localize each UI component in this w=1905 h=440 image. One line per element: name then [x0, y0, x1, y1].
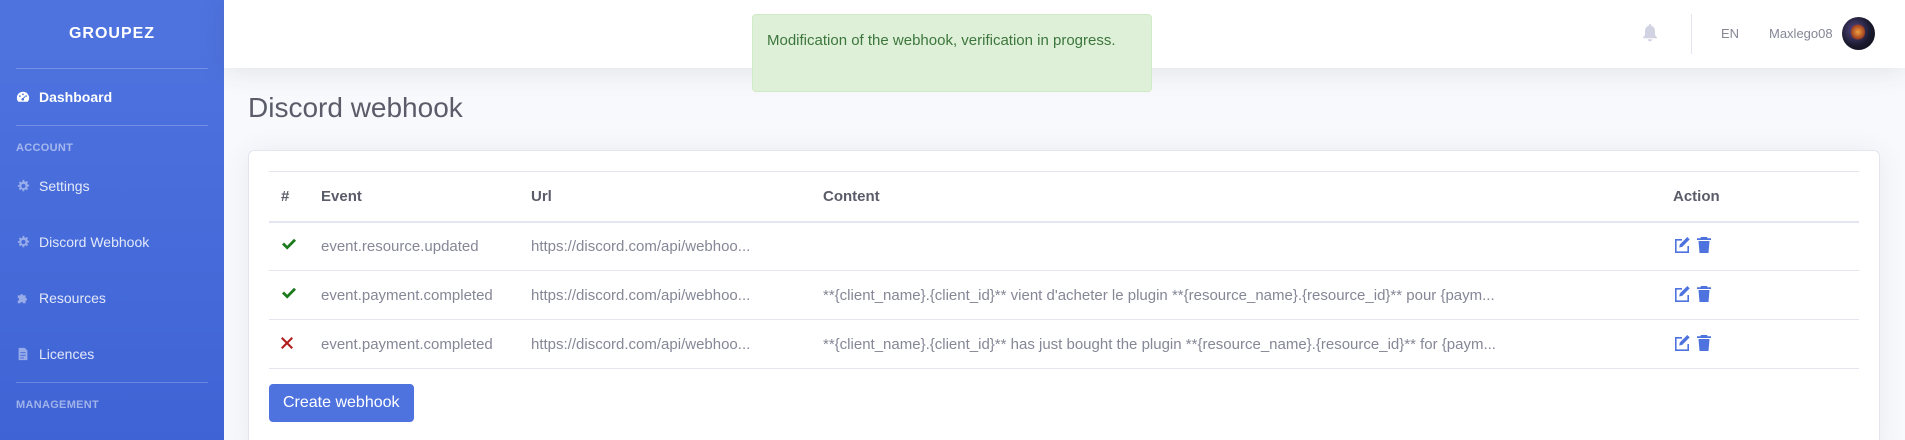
cross-icon	[281, 336, 293, 353]
trash-icon[interactable]	[1695, 334, 1713, 355]
webhook-table: # Event Url Content Action event.resourc…	[269, 171, 1859, 369]
create-webhook-button[interactable]: Create webhook	[269, 384, 414, 422]
event-cell: event.payment.completed	[309, 319, 519, 369]
column-header-event: Event	[309, 171, 519, 223]
sidebar-item-licences[interactable]: Licences	[0, 326, 224, 382]
trash-icon[interactable]	[1695, 285, 1713, 306]
language-selector[interactable]: EN	[1721, 26, 1739, 41]
event-cell: event.resource.updated	[309, 221, 519, 271]
avatar[interactable]	[1842, 17, 1875, 50]
action-cell	[1661, 270, 1859, 320]
content-cell: **{client_name}.{client_id}** has just b…	[811, 319, 1661, 369]
sidebar-item-label: Licences	[39, 346, 95, 362]
sidebar-heading-management: MANAGEMENT	[16, 399, 100, 411]
content-cell	[811, 221, 1661, 271]
table-row: event.payment.completed https://discord.…	[269, 319, 1859, 369]
sidebar-heading-account: ACCOUNT	[16, 142, 74, 154]
edit-icon[interactable]	[1673, 236, 1691, 257]
sidebar-item-resources[interactable]: Resources	[0, 270, 224, 326]
page-title: Discord webhook	[248, 92, 463, 123]
sidebar: GROUPEZ Dashboard ACCOUNT Settings Disco…	[0, 0, 224, 440]
table-header-row: # Event Url Content Action	[269, 171, 1859, 223]
puzzle-icon	[16, 291, 30, 305]
username[interactable]: Maxlego08	[1769, 26, 1833, 41]
sidebar-item-label: Resources	[39, 290, 106, 306]
webhook-card: # Event Url Content Action event.resourc…	[248, 150, 1880, 440]
sidebar-item-label: Dashboard	[39, 89, 113, 105]
check-icon	[281, 238, 297, 255]
topbar-divider	[1691, 14, 1692, 54]
check-icon	[281, 287, 297, 304]
column-header-number: #	[269, 171, 309, 223]
sidebar-item-label: Discord Webhook	[39, 234, 150, 250]
bell-icon[interactable]	[1642, 24, 1658, 42]
column-header-content: Content	[811, 171, 1661, 223]
sidebar-item-settings[interactable]: Settings	[0, 158, 224, 214]
url-cell: https://discord.com/api/webhoo...	[519, 319, 811, 369]
table-row: event.payment.completed https://discord.…	[269, 270, 1859, 320]
sidebar-item-dashboard[interactable]: Dashboard	[0, 69, 224, 125]
action-cell	[1661, 319, 1859, 369]
event-cell: event.payment.completed	[309, 270, 519, 320]
sidebar-item-discord-webhook[interactable]: Discord Webhook	[0, 214, 224, 270]
column-header-action: Action	[1661, 171, 1859, 223]
trash-icon[interactable]	[1695, 236, 1713, 257]
dashboard-gauge-icon	[16, 90, 30, 104]
success-alert: Modification of the webhook, verificatio…	[752, 14, 1152, 92]
gear-icon	[16, 235, 30, 249]
column-header-url: Url	[519, 171, 811, 223]
gear-icon	[16, 179, 30, 193]
table-row: event.resource.updated https://discord.c…	[269, 221, 1859, 271]
status-cell	[269, 319, 309, 369]
url-cell: https://discord.com/api/webhoo...	[519, 221, 811, 271]
status-cell	[269, 221, 309, 271]
edit-icon[interactable]	[1673, 334, 1691, 355]
action-cell	[1661, 221, 1859, 271]
url-cell: https://discord.com/api/webhoo...	[519, 270, 811, 320]
file-icon	[16, 347, 30, 361]
brand-logo[interactable]: GROUPEZ	[0, 0, 224, 68]
edit-icon[interactable]	[1673, 285, 1691, 306]
sidebar-item-label: Settings	[39, 178, 90, 194]
content-cell: **{client_name}.{client_id}** vient d'ac…	[811, 270, 1661, 320]
status-cell	[269, 270, 309, 320]
